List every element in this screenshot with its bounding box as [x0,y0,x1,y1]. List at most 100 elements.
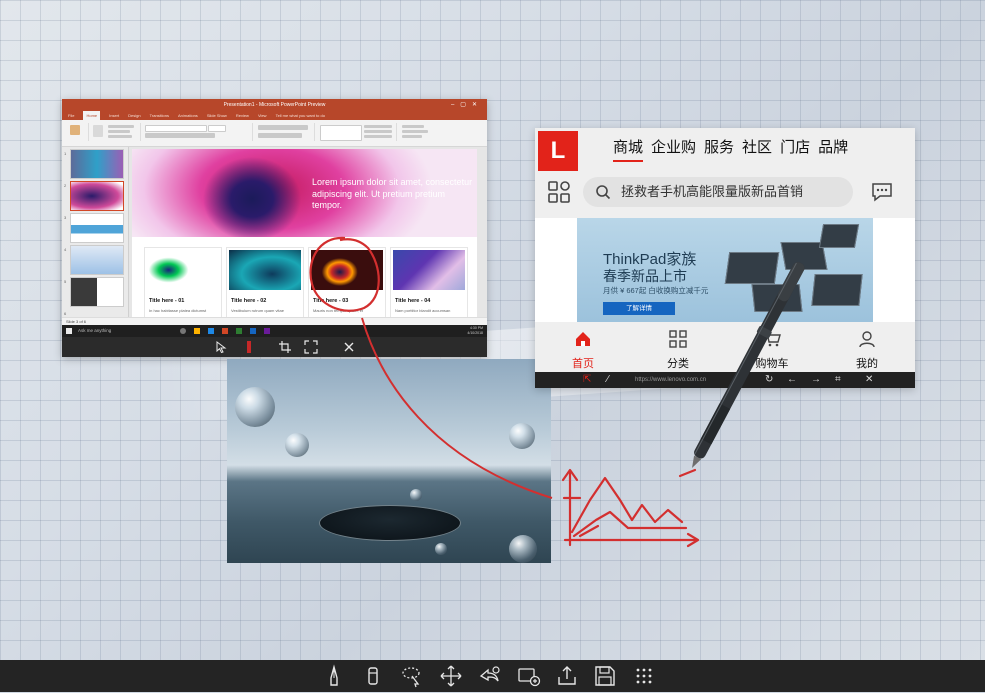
tab-animations[interactable]: Animations [178,111,198,120]
pointer-icon[interactable] [214,340,228,354]
pen-icon[interactable]: ∕ [607,372,609,388]
tab-category[interactable]: 分类 [648,322,708,372]
tab-review[interactable]: Review [236,111,249,120]
tab-insert[interactable]: Insert [109,111,119,120]
taskview-icon[interactable] [180,328,186,334]
pointer-icon[interactable]: ⇱ [583,372,591,388]
thinkpad-banner[interactable]: ThinkPad家族 春季新品上市 月供 ¥ 667起 白收换购立减千元 了解详… [577,218,873,322]
select-button[interactable] [402,135,422,138]
lenovo-mobile-window[interactable]: L 商城 企业购 服务 社区 门店 品牌 拯救者手机高能限量版新品首销 Thin… [535,128,915,388]
windows-taskbar: Ask me anything 4:30 PM 4/10/2018 [62,325,487,337]
shape-outline-button[interactable] [364,130,392,133]
section-button[interactable] [108,135,132,138]
word-icon[interactable] [250,328,256,334]
align-buttons[interactable] [258,133,302,138]
shapes-gallery[interactable] [320,125,362,141]
nav-item-service[interactable]: 服务 [704,138,734,162]
more-grid-icon[interactable] [632,664,656,688]
tell-me-box[interactable]: Tell me what you want to do [276,111,325,120]
font-name-field[interactable] [145,125,207,132]
slide-thumbnail-4[interactable] [70,245,124,275]
slide-hero-text[interactable]: Lorem ipsum dolor sit amet, consectetur … [312,177,477,212]
red-pen-icon[interactable] [242,340,256,354]
list-buttons[interactable] [258,125,308,130]
crop-icon[interactable] [278,340,292,354]
tab-cart[interactable]: 购物车 [742,322,802,372]
lasso-select-icon[interactable] [400,664,424,688]
refresh-icon[interactable]: ↻ [765,372,773,388]
current-slide[interactable]: Lorem ipsum dolor sit amet, consectetur … [132,149,477,319]
nav-item-stores[interactable]: 门店 [780,138,810,162]
tab-transitions[interactable]: Transitions [150,111,169,120]
undo-icon[interactable] [478,664,502,688]
search-input[interactable]: 拯救者手机高能限量版新品首销 [583,177,853,207]
find-button[interactable] [402,125,424,128]
forward-icon[interactable]: → [811,372,821,388]
excel-icon[interactable] [236,328,242,334]
slide-thumbnail-1[interactable] [70,149,124,179]
slide-card-2[interactable]: Title here - 02 Vestibulum rutrum quam v… [226,247,304,319]
replace-button[interactable] [402,130,428,133]
font-size-field[interactable] [208,125,226,132]
tab-slideshow[interactable]: Slide Show [207,111,227,120]
powerpoint-window[interactable]: Presentation1 - Microsoft PowerPoint Pre… [62,99,487,357]
slide-thumbnail-3[interactable] [70,213,124,243]
laptop-image [724,252,780,284]
banner-learn-more-button[interactable]: 了解详情 [603,302,675,315]
slide-card-4[interactable]: Title here - 04 Nam porttitor blandit ac… [390,247,468,319]
thumb-number: 6 [64,311,67,316]
fullscreen-icon[interactable] [304,340,318,354]
slide-card-3[interactable]: Title here - 03 Mauris non tempor quam, … [308,247,386,319]
whiteboard-canvas[interactable]: Presentation1 - Microsoft PowerPoint Pre… [0,0,985,660]
new-slide-icon[interactable] [93,125,103,137]
eraser-icon[interactable] [361,664,385,688]
share-icon[interactable] [555,664,579,688]
message-icon[interactable] [871,182,893,202]
nav-item-enterprise[interactable]: 企业购 [651,138,696,162]
back-icon[interactable]: ← [787,372,797,388]
taskbar-search[interactable]: Ask me anything [78,326,111,336]
shape-fill-button[interactable] [364,125,392,128]
lenovo-logo[interactable]: L [538,131,578,171]
editing-group [398,123,438,141]
shape-effects-button[interactable] [364,135,392,138]
crop-icon[interactable]: ⌗ [835,372,841,388]
move-icon[interactable] [439,664,463,688]
card-image [229,250,301,290]
slide-thumbnail-2[interactable] [70,181,124,211]
nav-item-community[interactable]: 社区 [742,138,772,162]
tab-design[interactable]: Design [128,111,140,120]
floating-disc [319,505,461,541]
layout-button[interactable] [108,125,134,128]
slide-thumbnail-5[interactable] [70,277,124,307]
close-icon[interactable]: ✕ [865,372,873,388]
category-grid-icon[interactable] [547,180,571,204]
tab-me[interactable]: 我的 [837,322,897,372]
tab-view[interactable]: View [258,111,267,120]
onenote-icon[interactable] [264,328,270,334]
pen-icon[interactable] [322,664,346,688]
reset-button[interactable] [108,130,130,133]
slide-card-1[interactable]: Title here - 01 In hac habitasse platea … [144,247,222,319]
ppt-ribbon [62,120,487,147]
bottom-tab-bar: 首页 分类 购物车 我的 [535,322,915,372]
windows-start-icon[interactable] [66,328,72,334]
paste-icon[interactable] [70,125,80,135]
font-format-buttons[interactable] [145,133,215,138]
nav-item-mall[interactable]: 商城 [613,138,644,162]
powerpoint-taskbar-icon[interactable] [222,328,228,334]
drawing-group [316,123,397,141]
nav-item-brand[interactable]: 品牌 [818,138,848,162]
close-icon[interactable] [342,340,356,354]
tab-home[interactable]: Home [83,111,101,120]
edge-icon[interactable] [208,328,214,334]
add-image-icon[interactable] [517,664,541,688]
abstract-sphere-photo[interactable] [227,359,551,563]
file-explorer-icon[interactable] [194,328,200,334]
tab-file[interactable]: File [68,111,74,120]
save-icon[interactable] [593,664,617,688]
cart-icon [764,331,781,347]
window-controls-icon[interactable]: –▢✕ [451,99,483,111]
glass-sphere [410,489,422,501]
tab-home[interactable]: 首页 [553,322,613,372]
